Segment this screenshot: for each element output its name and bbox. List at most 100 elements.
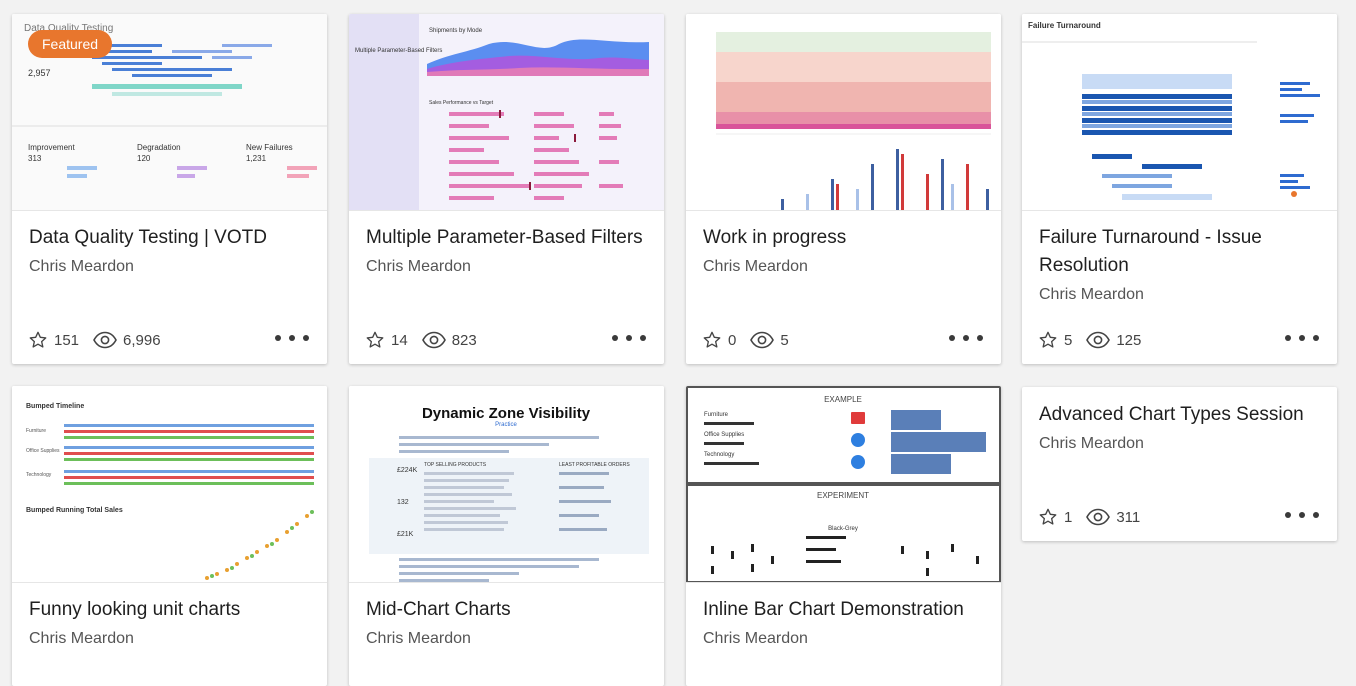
more-options-icon[interactable] [612,332,646,344]
card-title[interactable]: Multiple Parameter-Based Filters [366,224,647,252]
views-stat: 311 [1086,507,1140,527]
card-stats: 14 823 [365,330,491,350]
eye-icon [1086,331,1111,349]
views-stat: 5 [750,330,789,350]
favorites-count: 1 [1064,508,1073,526]
card-stats: 0 5 [702,330,803,350]
thumb-text: Shipments by Mode [429,28,483,34]
card-author[interactable]: Chris Meardon [366,630,647,648]
star-icon [703,331,721,348]
favorites-stat[interactable]: 0 [702,330,736,350]
thumb-text: Failure Turnaround [1028,21,1101,30]
thumb-text: EXPERIMENT [817,491,869,500]
thumb-text: Furniture [26,428,46,434]
thumb-text: £224K [397,467,418,474]
card-author[interactable]: Chris Meardon [366,258,647,276]
views-count: 823 [451,331,477,349]
eye-icon [93,331,117,349]
views-count: 5 [780,331,789,349]
eye-icon [421,331,446,349]
card-title[interactable]: Data Quality Testing | VOTD [29,224,310,252]
thumb-text: Sales Performance vs Target [429,100,494,106]
more-options-icon[interactable] [949,332,983,344]
card-thumbnail[interactable]: Dynamic Zone Visibility Practice TOP SEL… [349,386,664,583]
card-author[interactable]: Chris Meardon [29,630,310,648]
favorites-stat[interactable]: 1 [1038,507,1072,527]
thumb-text: Black-Grey [828,526,858,532]
card-author[interactable]: Chris Meardon [703,630,984,648]
card-data-quality-testing[interactable]: Data Quality Testing 2,957 Improvement D… [12,14,327,364]
featured-badge: Featured [28,30,113,58]
card-thumbnail[interactable]: EXAMPLE Furniture Office Supplies Techno… [686,386,1001,583]
card-author[interactable]: Chris Meardon [29,258,310,276]
thumb-text: EXAMPLE [824,395,862,404]
card-author[interactable]: Chris Meardon [703,258,984,276]
card-work-in-progress[interactable]: Work in progress Chris Meardon 0 5 [686,14,1001,364]
views-count: 311 [1116,508,1141,526]
thumb-text: Bumped Running Total Sales [26,507,123,514]
card-inline-bar-chart[interactable]: EXAMPLE Furniture Office Supplies Techno… [686,386,1001,686]
thumb-text: Office Supplies [704,432,744,438]
star-icon [366,331,384,348]
favorites-count: 0 [728,331,737,349]
more-options-icon[interactable] [1285,509,1319,521]
card-thumbnail[interactable]: Failure Turnaround [1022,14,1337,211]
thumb-text: Degradation [137,143,181,152]
thumb-text: 313 [28,154,42,163]
thumb-text: Furniture [704,412,729,418]
favorites-count: 5 [1064,331,1073,349]
card-multiple-parameter-filters[interactable]: Multiple Parameter-Based Filters Shipmen… [349,14,664,364]
card-title[interactable]: Mid-Chart Charts [366,596,647,624]
views-count: 125 [1116,331,1142,349]
card-title[interactable]: Work in progress [703,224,984,252]
card-title[interactable]: Funny looking unit charts [29,596,310,624]
card-stats: 5 125 [1038,330,1155,350]
card-author[interactable]: Chris Meardon [1039,286,1320,304]
star-icon [1039,508,1057,525]
thumb-text: Technology [704,452,734,458]
thumb-text: Office Supplies [26,448,60,454]
thumb-text: Multiple Parameter-Based Filters [355,48,442,54]
views-stat: 6,996 [93,330,161,350]
card-title[interactable]: Inline Bar Chart Demonstration [703,596,984,624]
card-funny-unit-charts[interactable]: Bumped Timeline Furniture Office Supplie… [12,386,327,686]
views-stat: 125 [1086,330,1141,350]
card-thumbnail[interactable]: Bumped Timeline Furniture Office Supplie… [12,386,327,583]
eye-icon [1086,508,1111,526]
views-stat: 823 [421,330,477,350]
thumb-text: 1,231 [246,154,267,163]
eye-icon [750,331,775,349]
card-title[interactable]: Failure Turnaround - Issue Resolution [1039,224,1320,280]
views-count: 6,996 [123,331,161,349]
card-mid-chart-charts[interactable]: Dynamic Zone Visibility Practice TOP SEL… [349,386,664,686]
thumb-text: £21K [397,531,414,538]
thumb-text: Bumped Timeline [26,403,84,410]
more-options-icon[interactable] [1285,332,1319,344]
card-stats: 1 311 [1038,507,1154,527]
thumb-text: 2,957 [28,68,51,78]
star-icon [29,331,47,348]
favorites-stat[interactable]: 5 [1038,330,1072,350]
favorites-count: 14 [391,331,408,349]
thumb-text: New Failures [246,143,293,152]
card-title[interactable]: Advanced Chart Types Session [1039,401,1320,429]
favorites-stat[interactable]: 151 [28,330,79,350]
card-stats: 151 6,996 [28,330,175,350]
card-failure-turnaround[interactable]: Failure Turnaround Failure Turnaround - … [1022,14,1337,364]
thumb-text: Improvement [28,143,75,152]
thumb-text: 132 [397,499,409,506]
star-icon [1039,331,1057,348]
thumb-text: LEAST PROFITABLE ORDERS [559,462,630,468]
thumb-text: Dynamic Zone Visibility [422,405,591,422]
favorites-stat[interactable]: 14 [365,330,408,350]
more-options-icon[interactable] [275,332,309,344]
card-thumbnail[interactable]: Multiple Parameter-Based Filters Shipmen… [349,14,664,211]
card-advanced-chart-types[interactable]: Advanced Chart Types Session Chris Meard… [1022,387,1337,541]
thumb-text: Practice [495,422,517,428]
card-thumbnail[interactable] [686,14,1001,211]
thumb-text: Technology [26,472,52,478]
thumb-text: TOP SELLING PRODUCTS [424,462,487,468]
favorites-count: 151 [54,331,80,349]
thumb-text: 120 [137,154,151,163]
card-author[interactable]: Chris Meardon [1039,435,1320,453]
